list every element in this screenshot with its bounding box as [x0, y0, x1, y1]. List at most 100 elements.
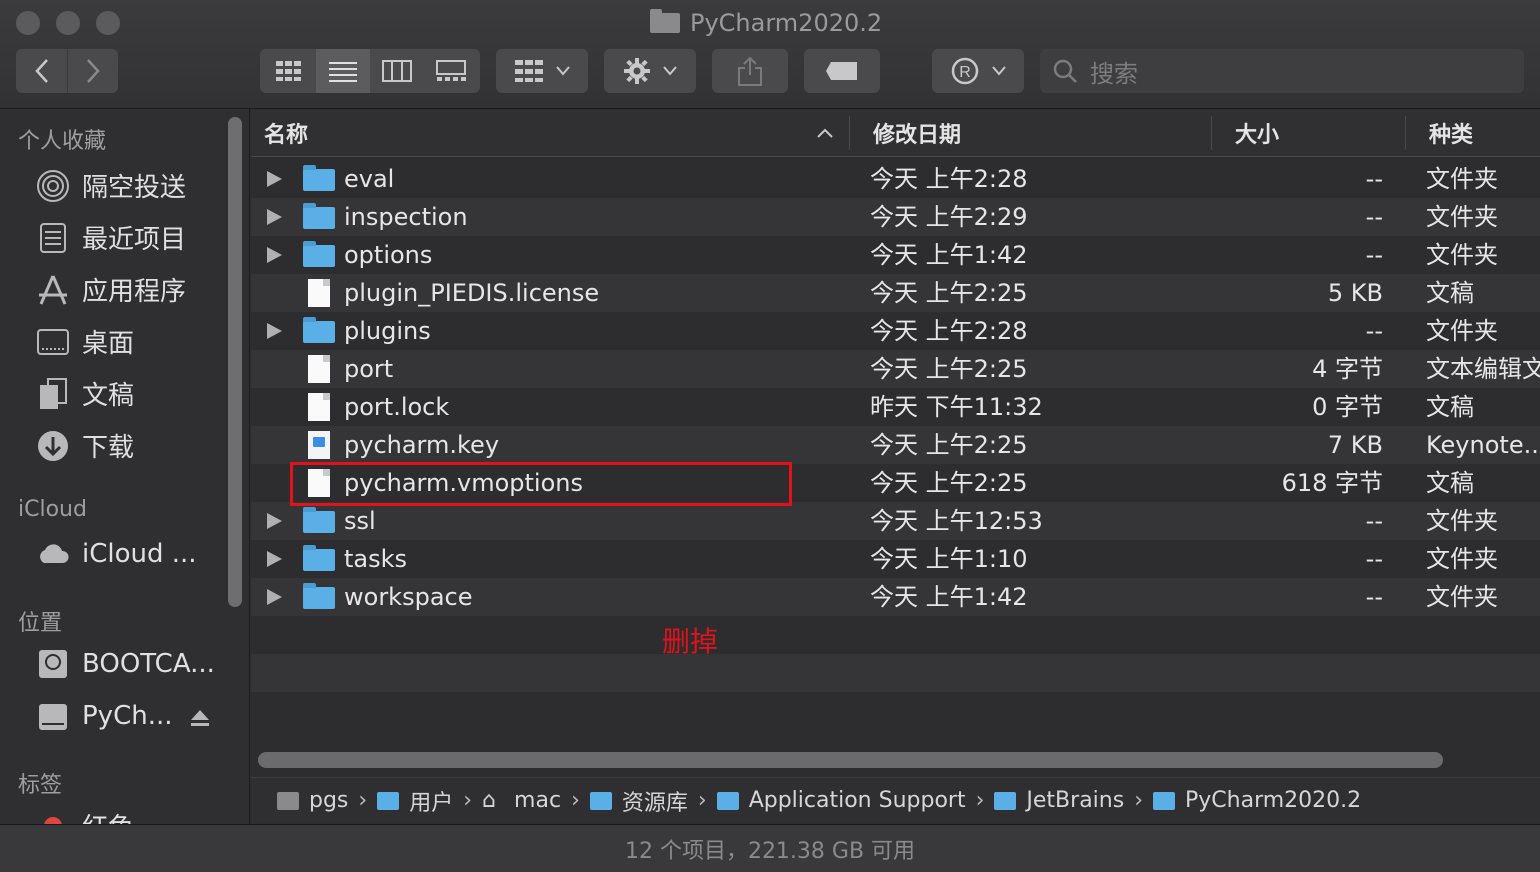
disclosure-triangle-icon[interactable]	[267, 171, 282, 187]
folder-icon	[303, 507, 335, 533]
file-kind: 文稿	[1426, 279, 1474, 307]
file-name: ssl	[344, 507, 376, 535]
file-size: 4 字节	[1312, 355, 1383, 383]
chevron-down-icon	[663, 66, 677, 76]
disclosure-triangle-icon[interactable]	[267, 551, 282, 567]
sidebar-item-documents[interactable]: 文稿	[36, 375, 134, 412]
column-header-size[interactable]: 大小	[1235, 110, 1279, 156]
sort-ascending-icon	[817, 110, 833, 156]
file-row[interactable]: inspection 今天 上午2:29 -- 文件夹	[251, 198, 1540, 236]
column-header-name[interactable]: 名称	[264, 110, 308, 156]
file-row[interactable]: workspace 今天 上午1:42 -- 文件夹	[251, 578, 1540, 616]
sidebar-item-airdrop[interactable]: 隔空投送	[36, 167, 186, 204]
file-name: eval	[344, 165, 395, 193]
horizontal-scrollbar[interactable]	[258, 752, 1443, 768]
path-item-label: pgs	[309, 788, 349, 813]
file-kind: 文件夹	[1426, 241, 1498, 269]
eject-icon[interactable]	[190, 705, 210, 735]
column-header-date[interactable]: 修改日期	[873, 110, 961, 156]
sidebar-item-bootcamp[interactable]: BOOTCA...	[36, 647, 215, 681]
file-icon-wrapper	[303, 578, 335, 616]
share-icon	[738, 56, 762, 86]
disclosure-triangle-icon[interactable]	[267, 209, 282, 225]
tags-button[interactable]	[804, 49, 880, 93]
sidebar-item-downloads[interactable]: 下载	[36, 427, 134, 464]
sidebar: 个人收藏 隔空投送 最近项目 应用程序 桌面 文稿 下载 iCloud iClo…	[0, 109, 250, 843]
file-date: 今天 上午1:10	[870, 545, 1028, 573]
file-row[interactable]: tasks 今天 上午1:10 -- 文件夹	[251, 540, 1540, 578]
zoom-window-button[interactable]	[96, 11, 120, 35]
sidebar-item-desktop[interactable]: 桌面	[36, 323, 134, 360]
file-row[interactable]: plugin_PIEDIS.license 今天 上午2:25 5 KB 文稿	[251, 274, 1540, 312]
disclosure-triangle-icon[interactable]	[267, 589, 282, 605]
file-date: 今天 上午2:25	[870, 355, 1028, 383]
applications-icon	[36, 273, 70, 307]
file-icon-wrapper	[303, 160, 335, 198]
file-row[interactable]: plugins 今天 上午2:28 -- 文件夹	[251, 312, 1540, 350]
grid-icon	[276, 61, 301, 81]
file-date: 今天 上午2:25	[870, 469, 1028, 497]
empty-row	[251, 692, 1540, 730]
path-item[interactable]: 用户	[377, 785, 453, 817]
group-by-button[interactable]	[496, 49, 588, 93]
file-name: plugin_PIEDIS.license	[344, 279, 600, 307]
path-separator-icon: ›	[1134, 788, 1144, 813]
sidebar-heading-favorites: 个人收藏	[18, 129, 107, 154]
group-icon	[515, 60, 543, 82]
file-date: 今天 上午12:53	[870, 507, 1043, 535]
titlebar: PyCharm2020.2 R 搜索	[0, 0, 1540, 109]
disclosure-triangle-icon[interactable]	[267, 323, 282, 339]
path-separator-icon: ›	[463, 788, 473, 813]
path-item-label: 用户	[409, 790, 454, 816]
file-kind: 文件夹	[1426, 317, 1498, 345]
file-date: 今天 上午2:25	[870, 279, 1028, 307]
file-date: 今天 上午2:28	[870, 165, 1028, 193]
path-item-label: mac	[514, 788, 562, 813]
file-date: 今天 上午2:25	[870, 431, 1028, 459]
file-row[interactable]: eval 今天 上午2:28 -- 文件夹	[251, 160, 1540, 198]
file-date: 今天 上午1:42	[870, 583, 1028, 611]
path-item[interactable]: ⌂ mac	[482, 788, 561, 813]
view-list-button[interactable]	[316, 49, 370, 93]
sidebar-item-recents[interactable]: 最近项目	[36, 219, 186, 256]
file-date: 今天 上午2:29	[870, 203, 1028, 231]
file-size: 7 KB	[1327, 431, 1383, 459]
file-kind: 文件夹	[1426, 545, 1498, 573]
path-item[interactable]: 资源库	[589, 785, 688, 817]
file-name: tasks	[344, 545, 408, 573]
view-gallery-button[interactable]	[424, 49, 478, 93]
file-icon-wrapper	[303, 236, 335, 274]
disclosure-triangle-icon[interactable]	[267, 247, 282, 263]
path-item-label: JetBrains	[1026, 788, 1125, 813]
sidebar-item-pycharm-volume[interactable]: PyCh...	[36, 699, 210, 733]
minimize-window-button[interactable]	[56, 11, 80, 35]
file-row[interactable]: ssl 今天 上午12:53 -- 文件夹	[251, 502, 1540, 540]
file-row[interactable]: port 今天 上午2:25 4 字节 文本编辑文	[251, 350, 1540, 388]
sidebar-item-applications[interactable]: 应用程序	[36, 271, 186, 308]
sidebar-item-icloud[interactable]: iCloud ...	[36, 537, 197, 571]
file-row[interactable]: options 今天 上午1:42 -- 文件夹	[251, 236, 1540, 274]
action-menu-button[interactable]	[604, 49, 696, 93]
view-icons-button[interactable]	[262, 49, 316, 93]
file-name: inspection	[344, 203, 468, 231]
file-row[interactable]: pycharm.key 今天 上午2:25 7 KB Keynote...	[251, 426, 1540, 464]
file-row[interactable]: port.lock 昨天 下午11:32 0 字节 文稿	[251, 388, 1540, 426]
search-field[interactable]: 搜索	[1040, 49, 1524, 93]
path-item[interactable]: PyCharm2020.2	[1153, 788, 1361, 813]
close-window-button[interactable]	[16, 11, 40, 35]
path-item[interactable]: Application Support	[716, 788, 966, 813]
path-item[interactable]: JetBrains	[994, 788, 1124, 813]
column-header-kind[interactable]: 种类	[1429, 110, 1473, 156]
disclosure-triangle-icon[interactable]	[267, 513, 282, 529]
view-columns-button[interactable]	[370, 49, 424, 93]
file-icon-wrapper	[303, 502, 335, 540]
disk-icon	[36, 699, 70, 733]
file-icon-wrapper	[303, 350, 330, 388]
path-item[interactable]: pgs	[277, 788, 348, 813]
forward-button[interactable]	[68, 49, 118, 93]
share-button[interactable]	[712, 49, 788, 93]
sidebar-scrollbar[interactable]	[228, 117, 242, 607]
file-kind: 文稿	[1426, 469, 1474, 497]
extension-button[interactable]: R	[932, 49, 1024, 93]
back-button[interactable]	[17, 49, 67, 93]
